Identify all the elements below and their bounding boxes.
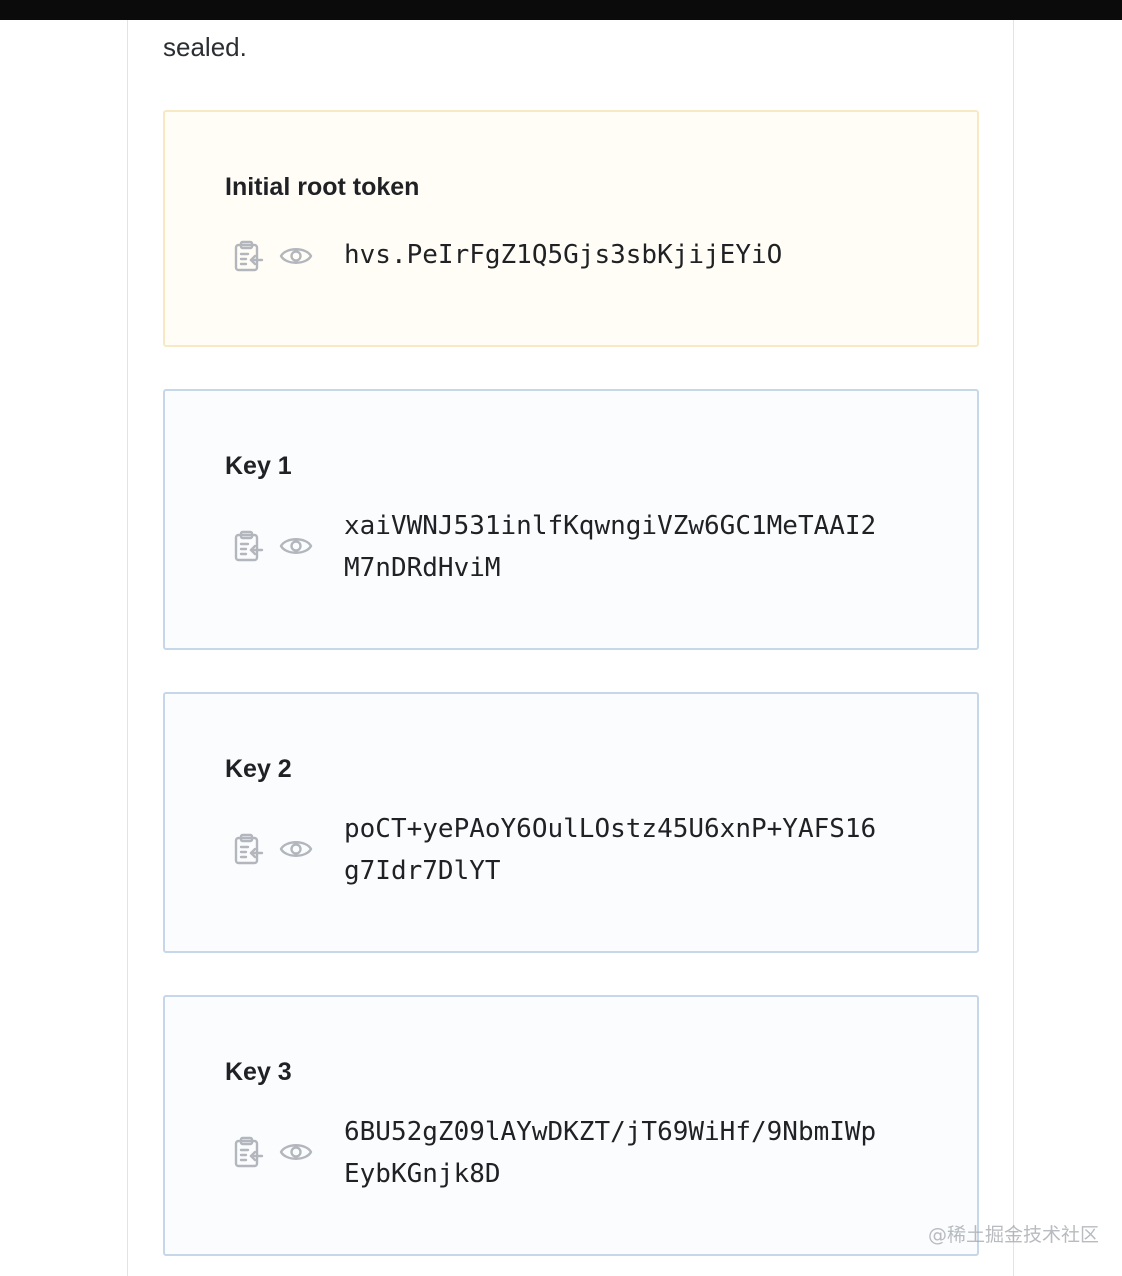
watermark: @稀土掘金技术社区 — [928, 1224, 1100, 1246]
key-value: xaiVWNJ531inlfKqwngiVZw6GC1MeTAAI2M7nDRd… — [344, 511, 877, 583]
clipboard-copy-icon[interactable] — [231, 832, 265, 866]
key-value: 6BU52gZ09lAYwDKZT/jT69WiHf/9NbmIWpEybKGn… — [344, 1117, 877, 1189]
key-title: Key 1 — [225, 452, 292, 480]
root-token-card: Initial root token hvs.PeIrFgZ1Q5Gjs3sbK… — [163, 110, 979, 347]
intro-text: sealed. — [163, 32, 247, 62]
root-token-actions — [231, 238, 313, 274]
browser-top-bar — [0, 0, 1122, 20]
eye-icon[interactable] — [279, 832, 313, 866]
eye-icon[interactable] — [279, 529, 313, 563]
key-actions — [231, 528, 313, 564]
clipboard-copy-icon[interactable] — [231, 529, 265, 563]
clipboard-copy-icon[interactable] — [231, 1135, 265, 1169]
root-token-value: hvs.PeIrFgZ1Q5Gjs3sbKjijEYiO — [344, 240, 783, 270]
unseal-key-card-1: Key 1 xaiVWNJ531inlfKqwngiVZw6GC1MeTAAI2… — [163, 389, 979, 650]
unseal-key-card-2: Key 2 poCT+yePAoY6OulLOstz45U6xnP+YAFS16… — [163, 692, 979, 953]
clipboard-copy-icon[interactable] — [231, 239, 265, 273]
key-actions — [231, 831, 313, 867]
eye-icon[interactable] — [279, 1135, 313, 1169]
unseal-key-card-3: Key 3 6BU52gZ09lAYwDKZT/jT69WiHf/9NbmIWp… — [163, 995, 979, 1256]
key-title: Key 2 — [225, 755, 292, 783]
key-actions — [231, 1134, 313, 1170]
key-value: poCT+yePAoY6OulLOstz45U6xnP+YAFS16g7Idr7… — [344, 814, 877, 886]
root-token-title: Initial root token — [225, 173, 420, 201]
eye-icon[interactable] — [279, 239, 313, 273]
key-title: Key 3 — [225, 1058, 292, 1086]
